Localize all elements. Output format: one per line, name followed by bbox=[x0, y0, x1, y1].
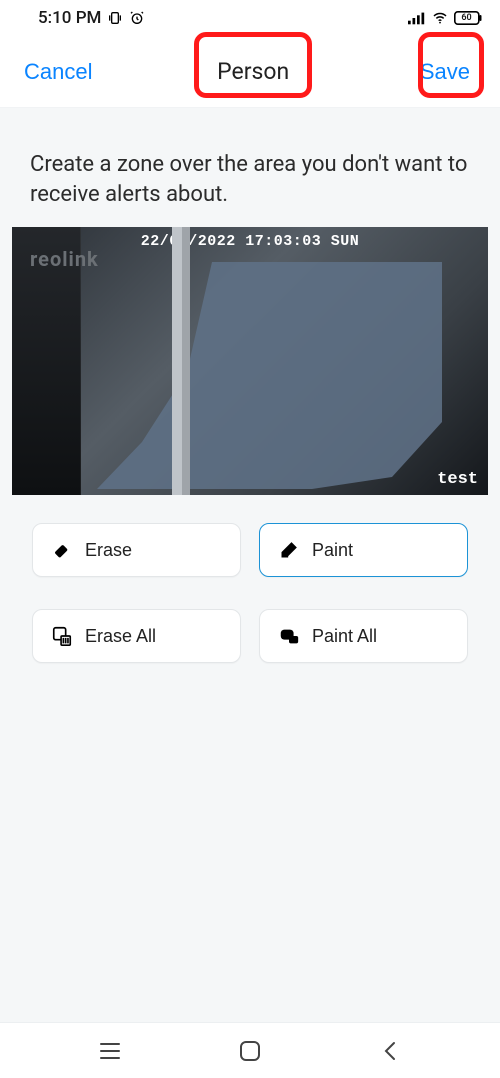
instruction-text: Create a zone over the area you don't wa… bbox=[0, 108, 500, 227]
status-bar: 5:10 PM 60 bbox=[0, 0, 500, 36]
paint-icon bbox=[278, 539, 300, 561]
cancel-button[interactable]: Cancel bbox=[24, 59, 92, 85]
battery-icon: 60 bbox=[454, 11, 482, 25]
paint-all-button[interactable]: Paint All bbox=[259, 609, 468, 663]
tool-grid: Erase Paint Erase All Paint All bbox=[0, 495, 500, 691]
wifi-icon bbox=[430, 10, 450, 26]
nav-header: Cancel Person Save bbox=[0, 36, 500, 108]
save-button[interactable]: Save bbox=[414, 51, 476, 93]
erase-button[interactable]: Erase bbox=[32, 523, 241, 577]
erase-all-label: Erase All bbox=[85, 626, 156, 647]
battery-percent: 60 bbox=[454, 11, 479, 25]
home-button[interactable] bbox=[236, 1037, 264, 1065]
vibrate-icon bbox=[107, 10, 123, 26]
page-body: Create a zone over the area you don't wa… bbox=[0, 108, 500, 1022]
painted-zone bbox=[12, 227, 488, 495]
camera-preview[interactable]: reolink 22/05/2022 17:03:03 SUN test bbox=[12, 227, 488, 495]
status-time: 5:10 PM bbox=[38, 8, 101, 28]
erase-all-icon bbox=[51, 625, 73, 647]
paint-label: Paint bbox=[312, 540, 353, 561]
paint-button[interactable]: Paint bbox=[259, 523, 468, 577]
alarm-icon bbox=[129, 10, 145, 26]
signal-icon bbox=[408, 11, 426, 25]
recents-button[interactable] bbox=[96, 1037, 124, 1065]
erase-label: Erase bbox=[85, 540, 132, 561]
paint-all-icon bbox=[278, 625, 300, 647]
erase-all-button[interactable]: Erase All bbox=[32, 609, 241, 663]
paint-all-label: Paint All bbox=[312, 626, 377, 647]
page-title: Person bbox=[197, 48, 309, 95]
system-nav bbox=[0, 1022, 500, 1078]
back-button[interactable] bbox=[376, 1037, 404, 1065]
erase-icon bbox=[51, 539, 73, 561]
